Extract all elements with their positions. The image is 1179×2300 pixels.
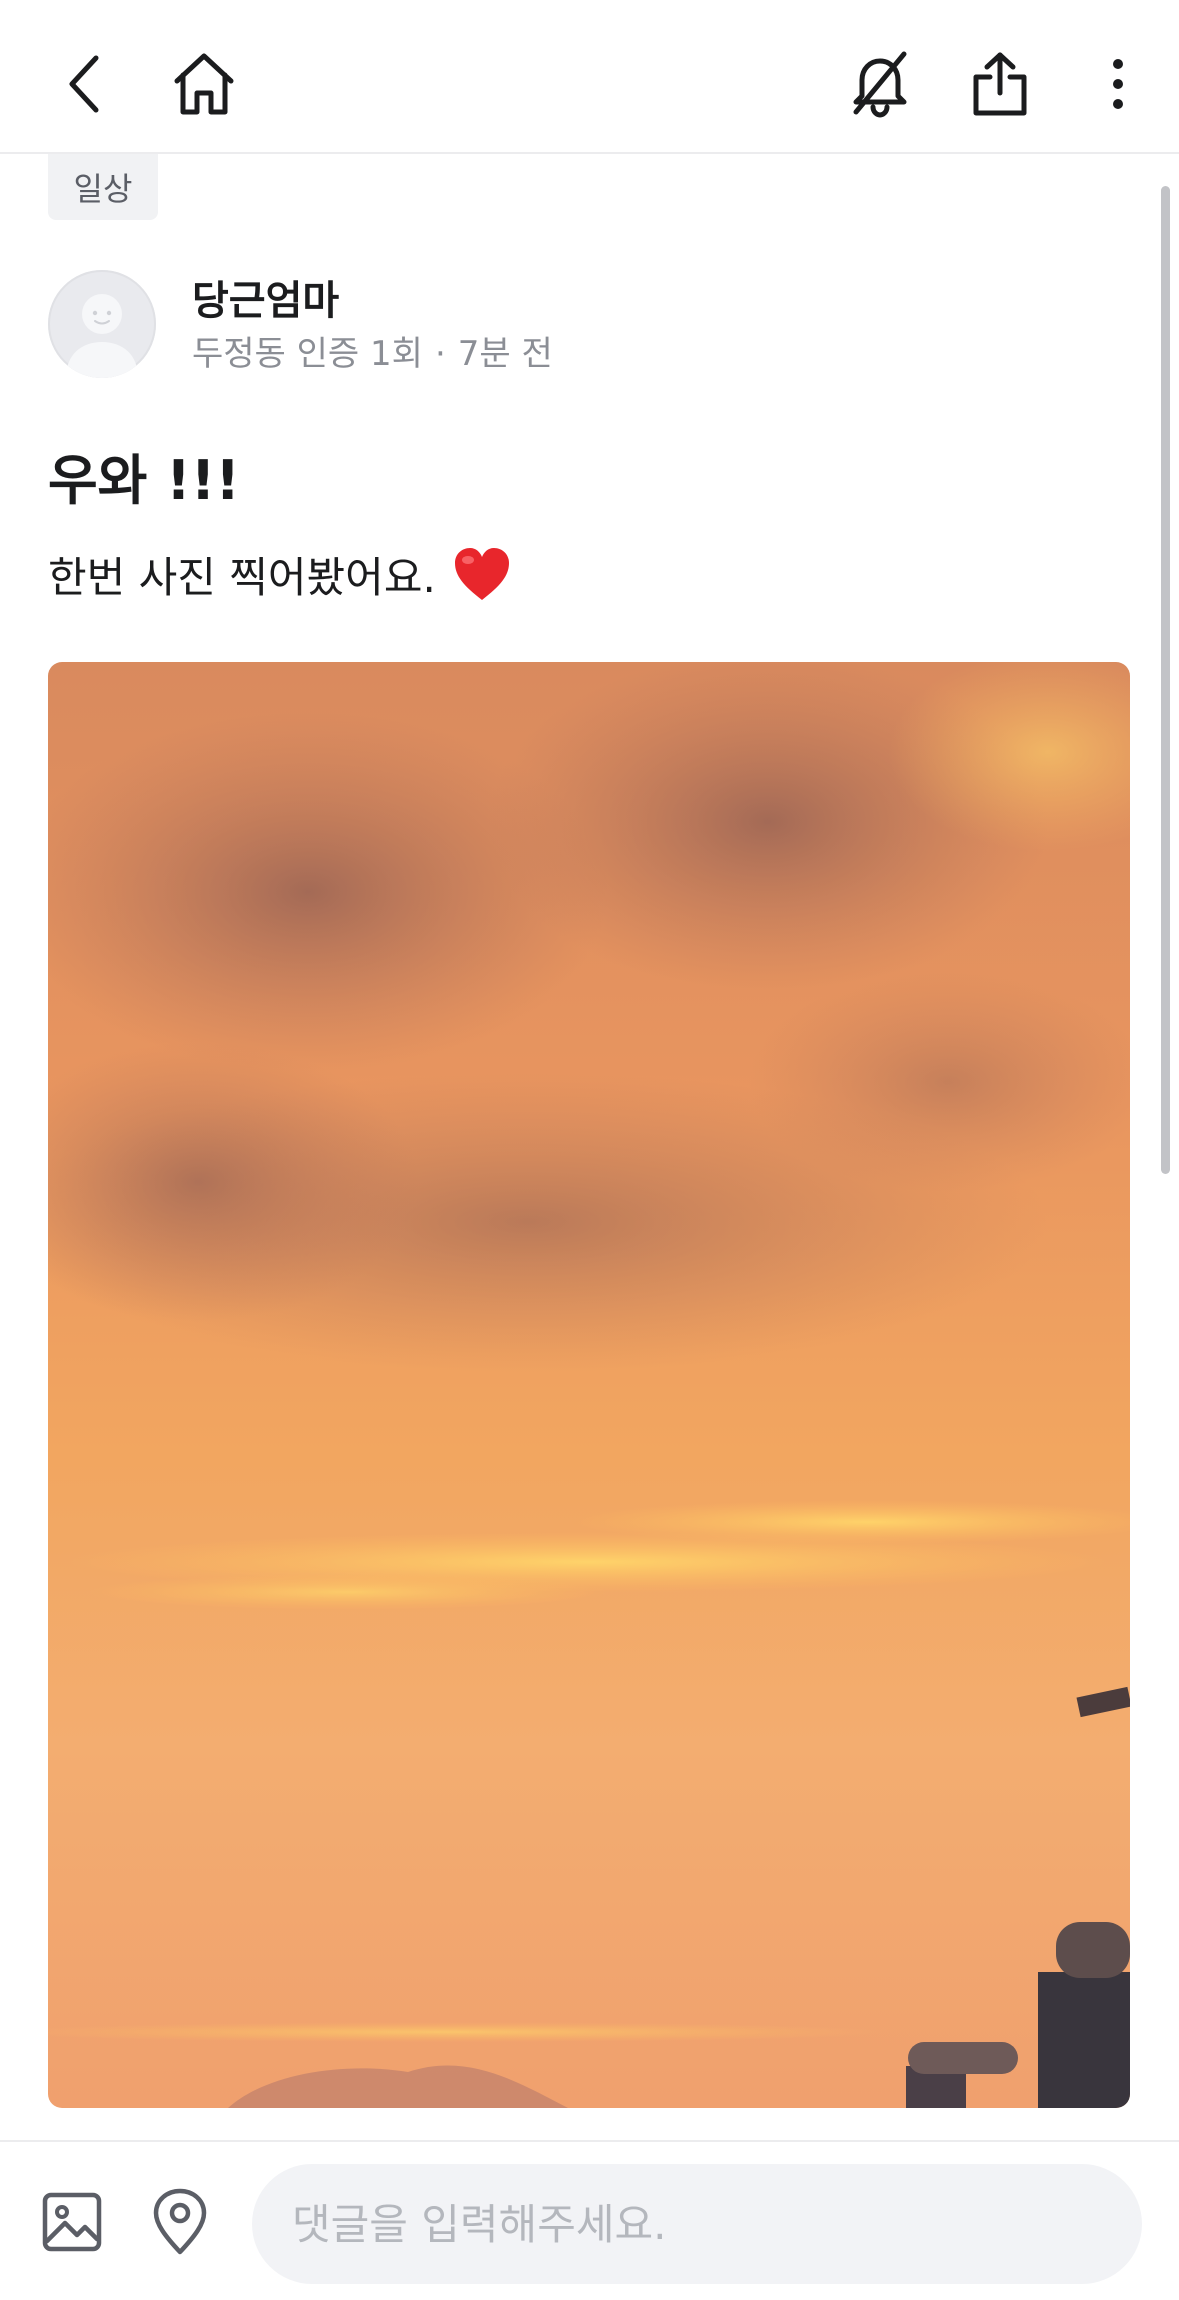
comment-input[interactable] — [252, 2164, 1142, 2284]
home-button[interactable] — [164, 44, 244, 124]
top-app-bar — [0, 0, 1179, 154]
post-content: 일상 당근엄마 두정동 인증 1회 · 7분 전 우와 !!! 한번 사진 찍어봤어… — [0, 154, 1179, 2140]
post-body-text: 한번 사진 찍어봤어요. — [48, 553, 436, 602]
sunset-sky-photo — [48, 662, 1130, 2108]
post-title: 우와 !!! — [48, 449, 241, 512]
back-arrow-icon — [69, 55, 99, 113]
home-icon — [174, 53, 234, 115]
post-time: 7분 전 — [457, 334, 553, 374]
author-nickname[interactable]: 당근엄마 — [192, 268, 339, 326]
post-body: 한번 사진 찍어봤어요. — [48, 544, 512, 605]
back-button[interactable] — [52, 44, 116, 124]
share-button[interactable] — [958, 42, 1042, 126]
comment-bar — [0, 2140, 1179, 2300]
image-icon — [42, 2192, 102, 2252]
attach-location-button[interactable] — [144, 2180, 216, 2264]
share-icon — [973, 52, 1027, 116]
location-pin-icon — [153, 2188, 207, 2255]
red-heart-icon — [454, 548, 509, 600]
author-meta: 두정동 인증 1회 · 7분 전 — [192, 326, 553, 375]
bell-off-icon — [853, 51, 907, 118]
more-button[interactable] — [1090, 42, 1146, 126]
meta-separator: · — [434, 334, 446, 374]
post-photo[interactable] — [48, 662, 1130, 2108]
more-vertical-icon — [1113, 59, 1123, 109]
attach-photo-button[interactable] — [36, 2182, 108, 2262]
notification-off-button[interactable] — [838, 42, 922, 126]
default-profile-icon — [66, 294, 138, 378]
avatar[interactable] — [48, 270, 156, 378]
neighborhood-verification: 두정동 인증 1회 — [192, 334, 423, 374]
scrollbar[interactable] — [1161, 186, 1170, 1174]
category-tag[interactable]: 일상 — [48, 154, 158, 220]
